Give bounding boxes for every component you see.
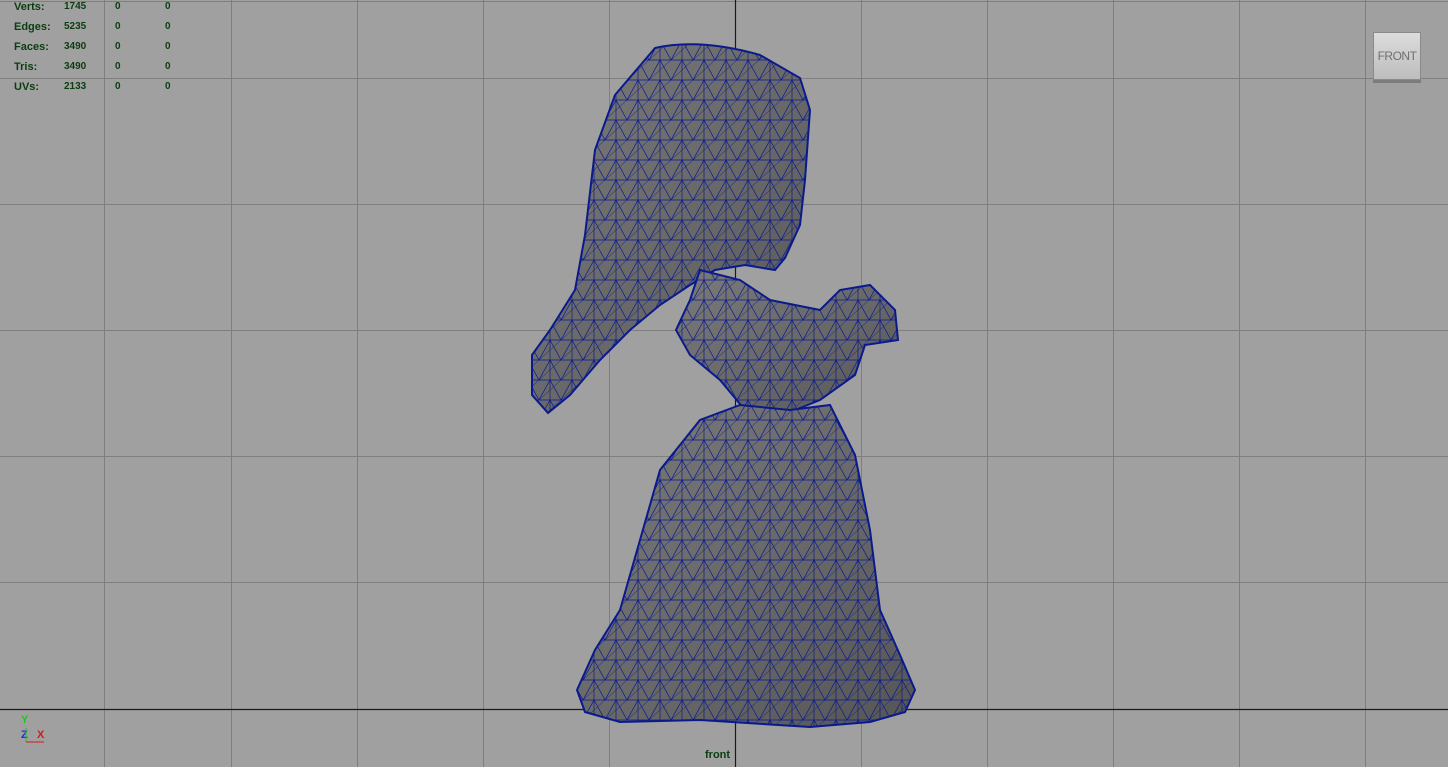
character-mesh-wireframe[interactable]	[531, 43, 917, 729]
hud-value: 0	[115, 41, 121, 52]
hud-value: 0	[115, 1, 121, 12]
hud-value: 0	[115, 81, 121, 92]
hud-value: 0	[165, 21, 171, 32]
axis-lines	[25, 728, 44, 743]
hud-value: 3490	[64, 41, 87, 52]
hud-row-tris: Tris: 3490 0 0	[0, 61, 200, 75]
hud-row-edges: Edges: 5235 0 0	[0, 21, 200, 35]
hud-value: 0	[115, 21, 121, 32]
hud-value: 0	[165, 1, 171, 12]
hud-row-verts: Verts: 1745 0 0	[0, 1, 200, 15]
camera-name-label: front	[705, 749, 731, 761]
hud-value: 0	[115, 61, 121, 72]
hud-label: Tris:	[14, 61, 38, 73]
hud-value: 3490	[64, 61, 87, 72]
hud-row-uvs: UVs: 2133 0 0	[0, 81, 200, 95]
viewcube-front[interactable]: FRONT	[1373, 32, 1421, 80]
hud-value: 1745	[64, 1, 87, 12]
axis-gizmo: Y Z X	[14, 713, 54, 753]
viewport-front[interactable]: Verts: 1745 0 0 Edges: 5235 0 0 Faces: 3…	[0, 0, 1448, 767]
hud-label: UVs:	[14, 81, 40, 93]
hud-row-faces: Faces: 3490 0 0	[0, 41, 200, 55]
hud-value: 0	[165, 81, 171, 92]
hud-label: Faces:	[14, 41, 49, 53]
hud-label: Edges:	[14, 21, 51, 33]
hud-value: 5235	[64, 21, 87, 32]
hud-value: 2133	[64, 81, 87, 92]
viewport-grid	[0, 0, 1448, 767]
hud-value: 0	[165, 61, 171, 72]
hud-value: 0	[165, 41, 171, 52]
hud-label: Verts:	[14, 1, 45, 13]
